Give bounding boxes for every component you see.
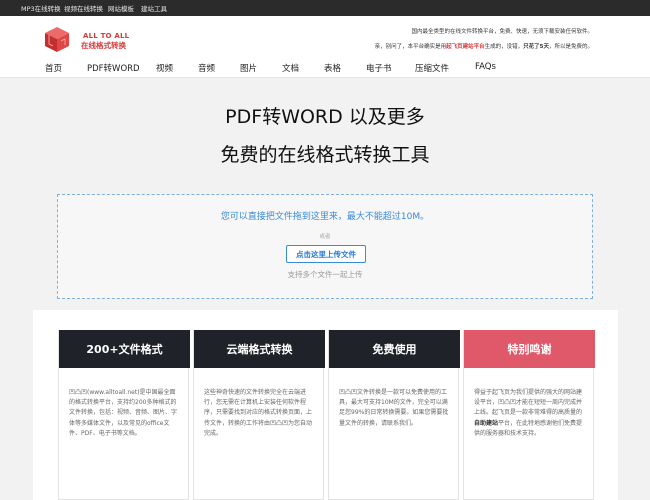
nav-item-home[interactable]: 首页 (45, 62, 62, 74)
feature-card-cloud: 云端格式转换 这些神奇快速的文件转换完全在云端进行，您无需在计算机上安装任何软件… (193, 330, 325, 500)
slogan-text: 亲，别问了，本平台确实是用 (374, 44, 447, 50)
nav-item-video[interactable]: 视频 (156, 62, 173, 74)
thanks-highlight-link[interactable]: 自助建站 (474, 420, 498, 427)
feature-card-formats: 200+文件格式 凹凸凹(www.alltoall.net)是中国最全面的格式转… (58, 330, 190, 500)
feature-card-free: 免费使用 凹凸凹文件转换是一款可以免费使用的工具，最大可支持10M的文件，完全可… (328, 330, 460, 500)
drop-zone-instruction: 您可以直接把文件拖到这里来，最大不能超过10M。 (220, 212, 430, 222)
slogan-highlight: 只花了5天 (523, 44, 549, 50)
top-bar: MP3在线转换 视频在线转换 网站模板 建站工具 (0, 0, 650, 16)
slogan-text: 生成的，没错， (484, 44, 524, 50)
topbar-link-sitebuilder[interactable]: 建站工具 (141, 3, 167, 13)
slogan-line-1: 国内最全类型的在线文件转换平台，免费、快速，无须下载安装任何软件。 (411, 29, 593, 35)
logo-text-cn[interactable]: 在线格式转换 (81, 40, 126, 51)
nav-item-pdf2word[interactable]: PDF转WORD (87, 62, 140, 74)
logo-text-en[interactable]: ALL TO ALL (83, 32, 129, 40)
slogan-qifei-link[interactable]: 起飞页建站平台 (446, 44, 485, 50)
nav-item-archive[interactable]: 压缩文件 (415, 62, 449, 74)
nav-item-spreadsheet[interactable]: 表格 (324, 62, 341, 74)
feature-card-text: 这些神奇快速的文件转换完全在云端进行，您无需在计算机上安装任何软件程序，只需要找… (204, 389, 313, 437)
slogan-text: ，所以是免费的。 (548, 44, 593, 50)
slogan-line-2: 亲，别问了，本平台确实是用起飞页建站平台生成的，没错，只花了5天，所以是免费的。 (375, 42, 593, 50)
feature-card-title: 免费使用 (329, 330, 460, 368)
feature-card-text: 得益于起飞页为我们提供的强大的网站建设平台，凹凸凹才能在短短一周内完成并上线。起… (474, 388, 586, 439)
topbar-link-templates[interactable]: 网站模板 (108, 3, 134, 13)
drop-zone-multi-hint: 支持多个文件一起上传 (287, 270, 363, 279)
nav-item-ebook[interactable]: 电子书 (366, 62, 392, 74)
nav-item-image[interactable]: 图片 (240, 62, 257, 74)
hero-title-line-2: 免费的在线格式转换工具 (220, 144, 430, 166)
topbar-link-video[interactable]: 视频在线转换 (64, 3, 103, 13)
feature-card-title: 云端格式转换 (194, 330, 325, 368)
feature-card-text: 凹凸凹(www.alltoall.net)是中国最全面的格式转换平台，支持约20… (69, 389, 178, 437)
feature-card-title: 特别鸣谢 (464, 330, 595, 368)
upload-file-button[interactable]: 点击这里上传文件 (286, 245, 366, 263)
nav-item-audio[interactable]: 音频 (198, 62, 215, 74)
feature-card-text: 凹凸凹文件转换是一款可以免费使用的工具，最大可支持10M的文件，完全可以满足您9… (339, 389, 449, 427)
feature-card-thanks: 特别鸣谢 得益于起飞页为我们提供的强大的网站建设平台，凹凸凹才能在短短一周内完成… (463, 330, 595, 500)
logo-cube-icon[interactable] (43, 25, 71, 53)
hero-title-line-1: PDF转WORD 以及更多 (225, 106, 425, 128)
thanks-text: 得益于起飞页为我们提供的强大的网站建设平台，凹凸凹才能在短短一周内完成并上线。起… (474, 389, 583, 417)
nav-item-document[interactable]: 文档 (282, 62, 299, 74)
feature-card-title: 200+文件格式 (59, 330, 190, 368)
file-drop-zone[interactable]: 您可以直接把文件拖到这里来，最大不能超过10M。 或者 点击这里上传文件 支持多… (57, 194, 593, 299)
topbar-link-mp3[interactable]: MP3在线转换 (21, 3, 61, 13)
drop-zone-or: 或者 (319, 234, 331, 240)
site-header: ALL TO ALL 在线格式转换 国内最全类型的在线文件转换平台，免费、快速，… (0, 16, 650, 78)
nav-item-faqs[interactable]: FAQs (475, 62, 496, 72)
